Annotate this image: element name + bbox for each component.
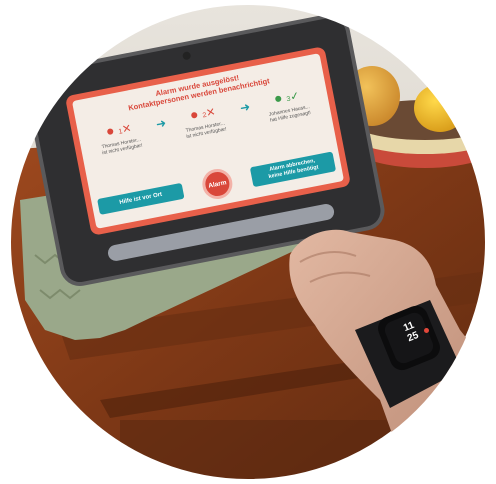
hand-watch-layer	[289, 229, 486, 480]
watch-indicator-icon	[424, 328, 429, 333]
